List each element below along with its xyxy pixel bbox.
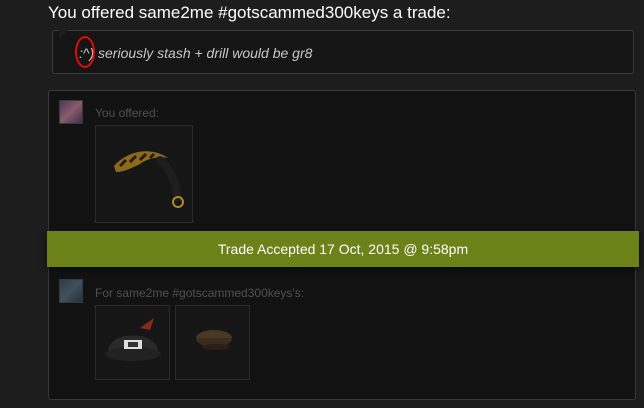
helmet-item-icon <box>105 318 161 361</box>
my-avatar[interactable] <box>59 100 83 124</box>
quote-notch <box>59 30 68 39</box>
offered-item-slot[interactable] <box>95 125 193 223</box>
for-partner-label: For same2me #gotscammed300keys's: <box>95 286 305 300</box>
you-offered-label: You offered: <box>95 106 160 120</box>
partner-avatar[interactable] <box>59 279 83 303</box>
trade-message-box: :^) seriously stash + drill would be gr8 <box>52 30 634 74</box>
received-item-slot-2[interactable] <box>175 305 250 380</box>
trade-message-text: :^) seriously stash + drill would be gr8 <box>79 45 313 61</box>
knife-item-icon <box>114 151 184 208</box>
trade-accepted-banner: Trade Accepted 17 Oct, 2015 @ 9:58pm <box>47 231 639 267</box>
received-item-slot-1[interactable] <box>95 305 170 380</box>
trade-header-title: You offered same2me #gotscammed300keys a… <box>48 3 451 22</box>
cap-item-icon <box>196 330 232 350</box>
red-circle-annotation <box>75 36 95 68</box>
